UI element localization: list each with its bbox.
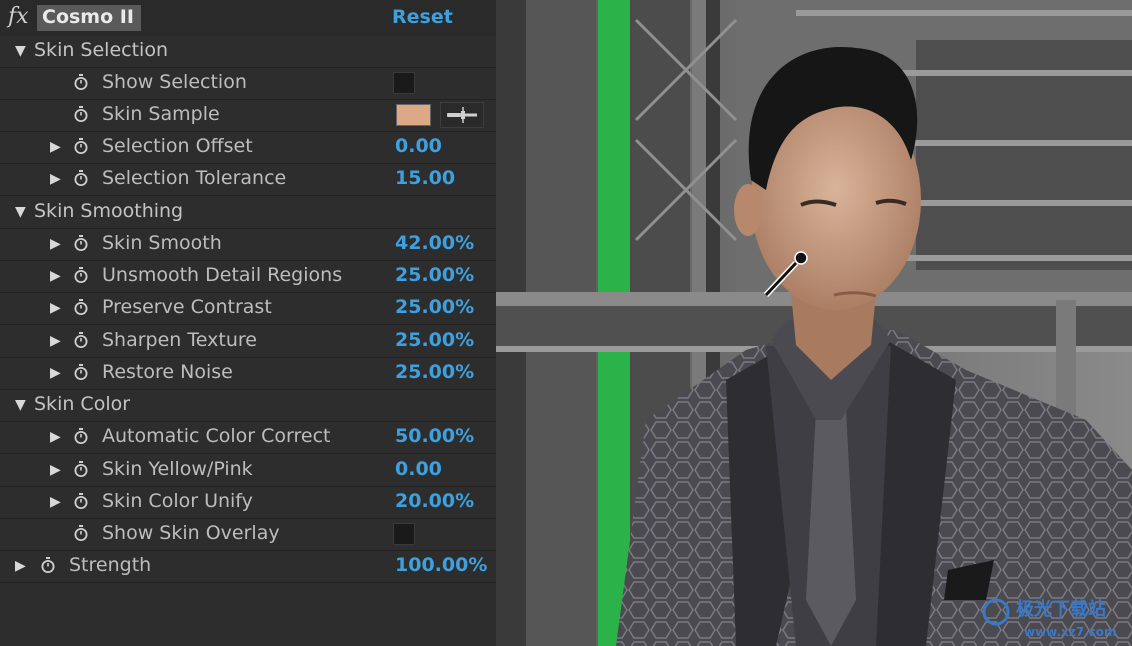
stopwatch-icon[interactable] [74,428,88,444]
param-value[interactable]: 0.00 [395,458,442,480]
stopwatch-icon[interactable] [74,170,88,186]
param-label: Restore Noise [102,361,233,383]
stopwatch-icon[interactable] [74,461,88,477]
param-automatic-color-correct: ▶ Automatic Color Correct 50.00% [0,422,496,454]
group-skin-color[interactable]: ▼ Skin Color [0,390,496,422]
param-value[interactable]: 25.00% [395,264,474,286]
stopwatch-icon[interactable] [74,299,88,315]
param-value[interactable]: 20.00% [395,490,474,512]
param-preserve-contrast: ▶ Preserve Contrast 25.00% [0,293,496,325]
expand-triangle-icon[interactable]: ▶ [50,365,61,381]
stopwatch-icon[interactable] [74,138,88,154]
param-strength: ▶ Strength 100.00% [0,551,496,583]
stopwatch-icon[interactable] [74,74,88,90]
param-value[interactable]: 42.00% [395,232,474,254]
expand-triangle-icon[interactable]: ▶ [50,494,61,510]
param-unsmooth-detail-regions: ▶ Unsmooth Detail Regions 25.00% [0,261,496,293]
param-label: Skin Yellow/Pink [102,458,253,480]
param-label: Automatic Color Correct [102,425,331,447]
param-value[interactable]: 25.00% [395,296,474,318]
param-value[interactable]: 25.00% [395,329,474,351]
param-skin-sample: Skin Sample [0,100,496,132]
show-skin-overlay-checkbox[interactable] [393,523,415,545]
collapse-triangle-icon[interactable]: ▼ [15,43,26,59]
portrait-photo: 极光下载站 www.xz7.com [496,0,1132,646]
param-label: Strength [69,554,152,576]
param-skin-color-unify: ▶ Skin Color Unify 20.00% [0,487,496,519]
param-label: Skin Sample [102,103,220,125]
param-value[interactable]: 50.00% [395,425,474,447]
preview-image: 极光下载站 www.xz7.com [496,0,1132,646]
param-show-skin-overlay: Show Skin Overlay [0,519,496,551]
reset-button[interactable]: Reset [392,6,453,28]
expand-triangle-icon[interactable]: ▶ [50,171,61,187]
collapse-triangle-icon[interactable]: ▼ [15,397,26,413]
param-show-selection: Show Selection [0,68,496,100]
param-label: Unsmooth Detail Regions [102,264,343,286]
skin-sample-color-swatch[interactable] [396,104,431,126]
effect-name[interactable]: Cosmo II [42,6,134,28]
group-skin-smoothing[interactable]: ▼ Skin Smoothing [0,197,496,229]
param-label: Show Selection [102,71,247,93]
stopwatch-icon[interactable] [41,557,55,573]
stopwatch-icon[interactable] [74,364,88,380]
param-label: Show Skin Overlay [102,522,280,544]
group-label: Skin Color [34,393,131,415]
group-label: Skin Selection [34,39,168,61]
expand-triangle-icon[interactable]: ▶ [50,462,61,478]
expand-triangle-icon[interactable]: ▶ [50,139,61,155]
param-label: Sharpen Texture [102,329,257,351]
param-label: Skin Color Unify [102,490,253,512]
param-selection-offset: ▶ Selection Offset 0.00 [0,132,496,164]
stopwatch-icon[interactable] [74,106,88,122]
stopwatch-icon[interactable] [74,267,88,283]
group-label: Skin Smoothing [34,200,184,222]
group-skin-selection[interactable]: ▼ Skin Selection [0,36,496,68]
param-value[interactable]: 25.00% [395,361,474,383]
watermark-text: 极光下载站 [1016,598,1106,620]
stopwatch-icon[interactable] [74,235,88,251]
expand-triangle-icon[interactable]: ▶ [50,300,61,316]
param-skin-yellow-pink: ▶ Skin Yellow/Pink 0.00 [0,455,496,487]
watermark-url: www.xz7.com [1024,625,1117,639]
param-value[interactable]: 0.00 [395,135,442,157]
param-skin-smooth: ▶ Skin Smooth 42.00% [0,229,496,261]
param-selection-tolerance: ▶ Selection Tolerance 15.00 [0,164,496,196]
eyedropper-icon [447,107,477,123]
stopwatch-icon[interactable] [74,332,88,348]
expand-triangle-icon[interactable]: ▶ [50,333,61,349]
param-value[interactable]: 100.00% [395,554,487,576]
eyedropper-button[interactable] [440,102,484,128]
param-label: Selection Tolerance [102,167,287,189]
expand-triangle-icon[interactable]: ▶ [50,268,61,284]
param-restore-noise: ▶ Restore Noise 25.00% [0,358,496,390]
param-value[interactable]: 15.00 [395,167,455,189]
stopwatch-icon[interactable] [74,525,88,541]
collapse-triangle-icon[interactable]: ▼ [15,204,26,220]
param-label: Selection Offset [102,135,253,157]
param-label: Skin Smooth [102,232,222,254]
expand-triangle-icon[interactable]: ▶ [15,558,26,574]
expand-triangle-icon[interactable]: ▶ [50,429,61,445]
effect-controls-panel: fx Cosmo II Reset ▼ Skin Selection Show … [0,0,496,646]
expand-triangle-icon[interactable]: ▶ [50,236,61,252]
param-sharpen-texture: ▶ Sharpen Texture 25.00% [0,326,496,358]
stopwatch-icon[interactable] [74,493,88,509]
param-label: Preserve Contrast [102,296,272,318]
show-selection-checkbox[interactable] [393,72,415,94]
effect-header: fx Cosmo II Reset [0,0,496,36]
fx-toggle-icon[interactable]: fx [8,4,29,29]
